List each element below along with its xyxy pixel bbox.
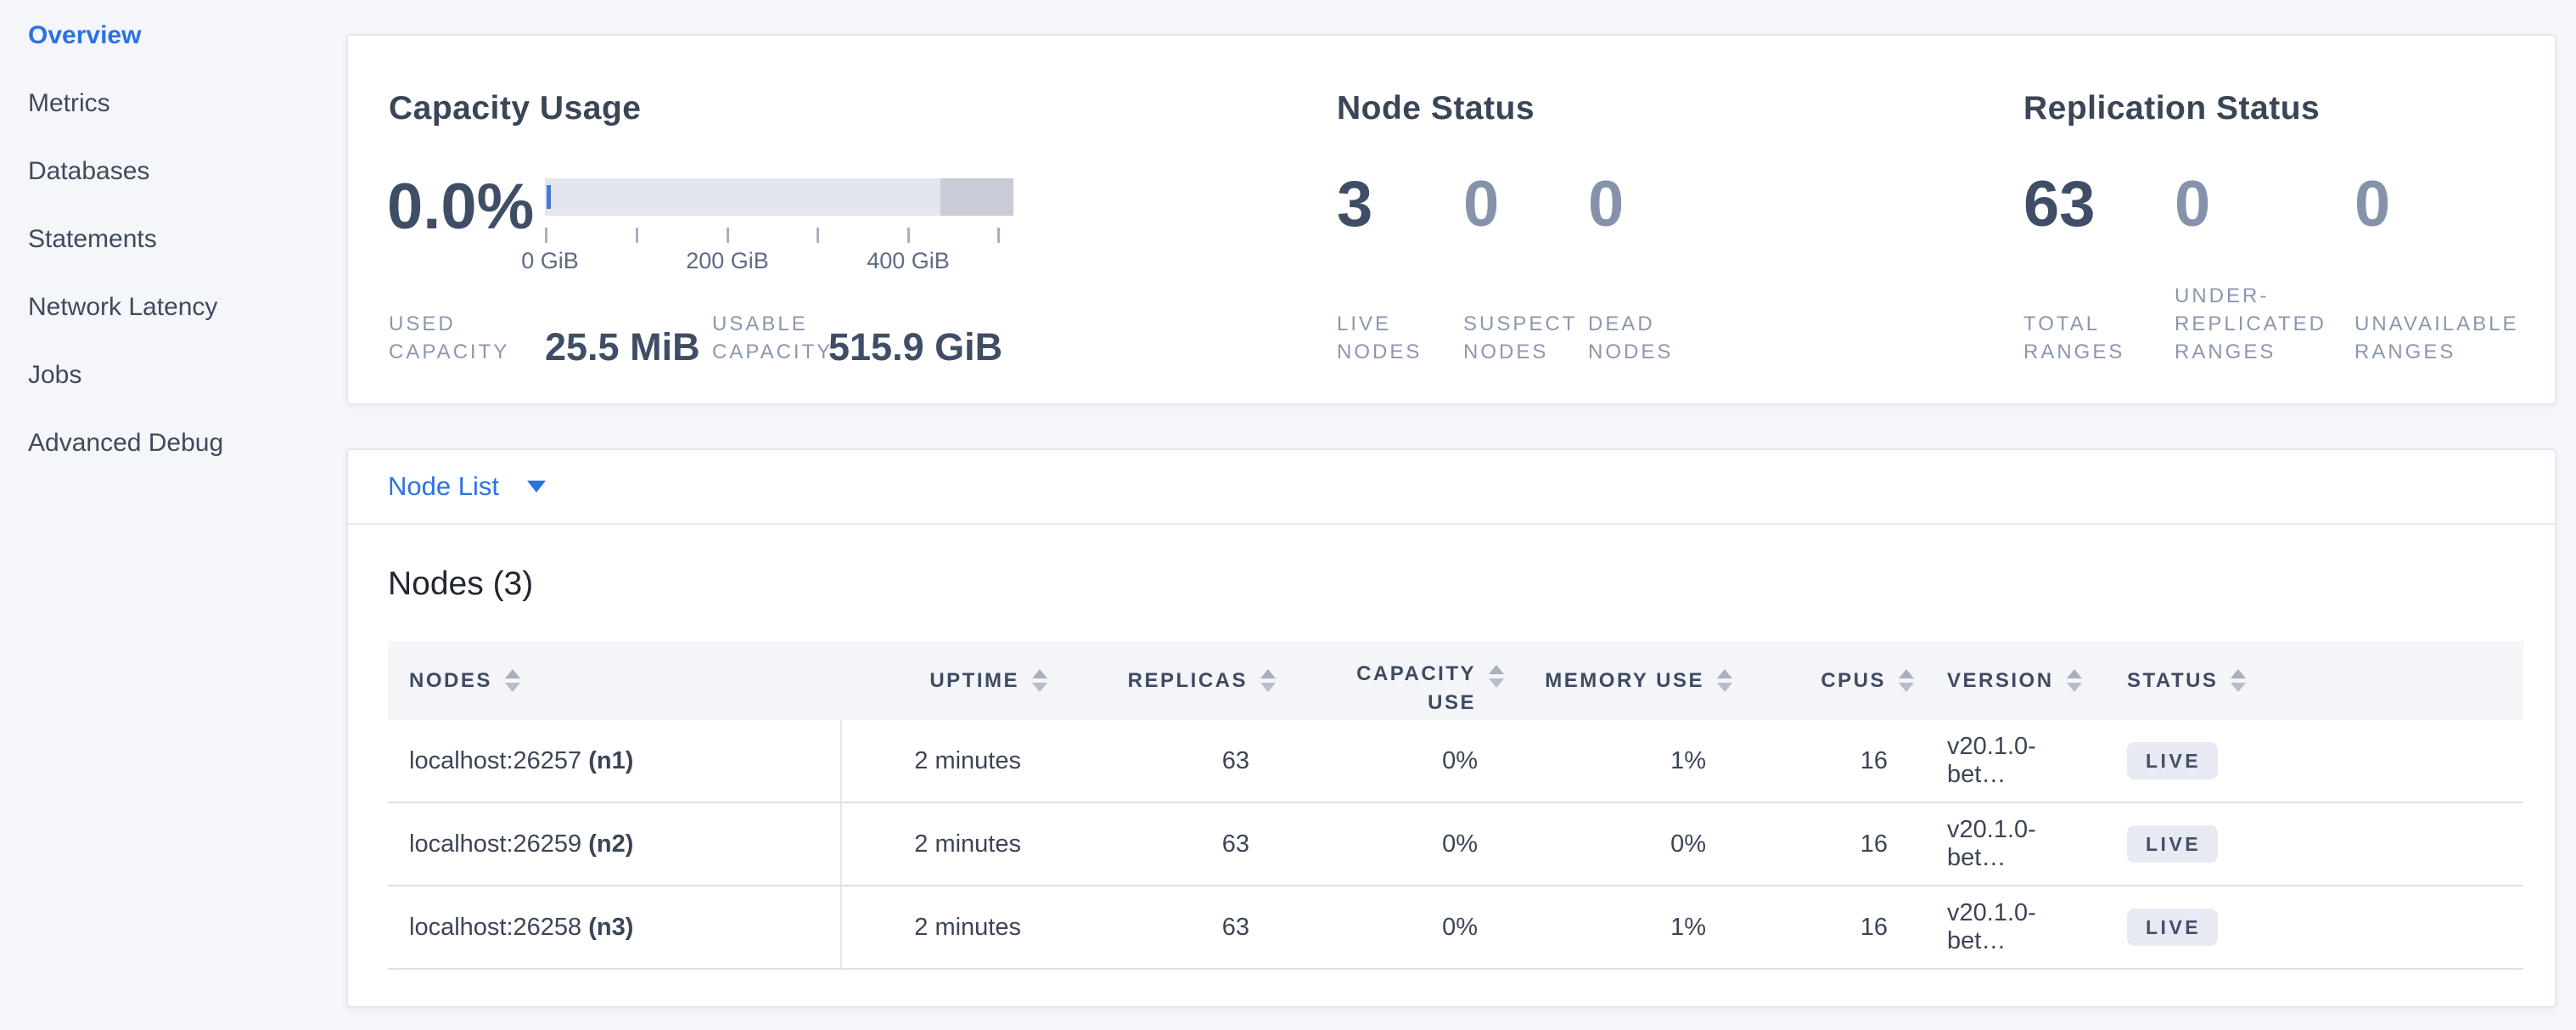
node-cpus: 16 [1735,747,1917,775]
sort-icon [2228,669,2248,692]
suspect-nodes-label: SUSPECT NODES [1463,310,1586,366]
node-cpus: 16 [1735,830,1917,858]
node-capacity-use: 0% [1278,747,1507,775]
sort-icon [1896,669,1917,692]
used-capacity-value: 25.5 MiB [545,325,700,369]
live-nodes-value: 3 [1337,170,1460,239]
column-header-memory-use[interactable]: MEMORY USE [1507,669,1735,693]
node-list-card: Node List Nodes (3) NODES UPTIME REPLICA… [346,448,2556,1008]
table-row[interactable]: localhost:26258 (n3) 2 minutes 63 0% 1% … [388,886,2523,970]
column-header-version[interactable]: VERSION [1917,669,2091,693]
sidebar-item-advanced-debug[interactable]: Advanced Debug [28,409,334,477]
capacity-gauge-axis-labels: 0 GiB 200 GiB 400 GiB [545,248,1013,275]
axis-label-200gib: 200 GiB [686,248,769,274]
capacity-usage-title: Capacity Usage [389,90,641,127]
node-status-cell: LIVE [2091,825,2523,863]
node-list-dropdown-label: Node List [388,471,499,502]
node-address[interactable]: localhost:26259 (n2) [388,830,840,858]
table-column-divider [840,720,842,970]
nodes-table: NODES UPTIME REPLICAS CAPACITY USE MEMOR… [388,641,2523,970]
nodes-table-title: Nodes (3) [388,566,533,603]
nodes-table-header: NODES UPTIME REPLICAS CAPACITY USE MEMOR… [388,641,2523,720]
total-ranges-value: 63 [2023,170,2151,239]
dead-nodes-label: DEAD NODES [1588,310,1711,366]
node-uptime: 2 minutes [840,747,1050,775]
node-memory-use: 1% [1507,747,1735,775]
sort-icon [502,669,523,692]
sidebar-item-statements[interactable]: Statements [28,205,334,273]
chevron-down-icon [527,481,546,492]
under-replicated-ranges-label: UNDER-REPLICATED RANGES [2175,282,2344,366]
axis-label-400gib: 400 GiB [867,248,950,274]
usable-capacity-value: 515.9 GiB [828,325,1002,369]
node-address[interactable]: localhost:26258 (n3) [388,914,840,942]
capacity-percent-value: 0.0% [387,170,534,244]
status-badge: LIVE [2127,742,2218,780]
sidebar-item-jobs[interactable]: Jobs [28,341,334,409]
sort-icon [1486,665,1507,688]
status-badge: LIVE [2127,825,2218,863]
node-cpus: 16 [1735,914,1917,942]
total-ranges-stat: 63 TOTAL RANGES [2023,170,2151,366]
node-list-dropdown[interactable]: Node List [348,450,2555,525]
live-nodes-stat: 3 LIVE NODES [1337,170,1460,366]
unavailable-ranges-value: 0 [2354,170,2541,239]
node-version: v20.1.0-bet… [1917,733,2091,789]
sidebar-item-overview[interactable]: Overview [28,2,334,70]
node-replicas: 63 [1050,830,1278,858]
sidebar-item-databases[interactable]: Databases [28,138,334,205]
sidebar-item-metrics[interactable]: Metrics [28,70,334,138]
cluster-overview-page: { "colors": { "accent": "#2b72e2", "gaug… [0,0,2576,1030]
suspect-nodes-stat: 0 SUSPECT NODES [1463,170,1586,366]
sort-icon [1715,669,1735,692]
unavailable-ranges-stat: 0 UNAVAILABLE RANGES [2354,170,2541,366]
suspect-nodes-value: 0 [1463,170,1586,239]
node-status-title: Node Status [1337,90,1535,127]
sidebar: Overview Metrics Databases Statements Ne… [28,2,334,477]
sort-icon [2064,669,2085,692]
total-ranges-label: TOTAL RANGES [2023,310,2151,366]
node-uptime: 2 minutes [840,914,1050,942]
capacity-gauge-bar [545,178,1013,216]
sidebar-item-network-latency[interactable]: Network Latency [28,273,334,341]
status-badge: LIVE [2127,909,2218,946]
cluster-summary-card: Capacity Usage 0.0% 0 GiB 200 GiB 400 Gi… [346,34,2556,405]
column-header-uptime[interactable]: UPTIME [840,669,1050,693]
used-capacity-label: USED CAPACITY [389,310,533,366]
node-uptime: 2 minutes [840,830,1050,858]
node-version: v20.1.0-bet… [1917,899,2091,955]
live-nodes-label: LIVE NODES [1337,310,1460,366]
node-version: v20.1.0-bet… [1917,816,2091,872]
node-address[interactable]: localhost:26257 (n1) [388,747,840,775]
node-capacity-use: 0% [1278,830,1507,858]
node-replicas: 63 [1050,747,1278,775]
node-memory-use: 1% [1507,914,1735,942]
unavailable-ranges-label: UNAVAILABLE RANGES [2354,310,2541,366]
column-header-nodes[interactable]: NODES [388,669,840,693]
dead-nodes-stat: 0 DEAD NODES [1588,170,1711,366]
under-replicated-ranges-stat: 0 UNDER-REPLICATED RANGES [2175,170,2344,366]
column-header-capacity-use[interactable]: CAPACITY USE [1278,644,1507,718]
node-memory-use: 0% [1507,830,1735,858]
column-header-replicas[interactable]: REPLICAS [1050,669,1278,693]
capacity-gauge-reserved-segment [940,178,1013,216]
capacity-gauge: 0 GiB 200 GiB 400 GiB [545,178,1013,275]
sort-icon [1030,669,1050,692]
node-capacity-use: 0% [1278,914,1507,942]
capacity-gauge-used-marker [547,185,551,209]
node-replicas: 63 [1050,914,1278,942]
node-status-cell: LIVE [2091,909,2523,946]
replication-status-title: Replication Status [2023,90,2320,127]
table-row[interactable]: localhost:26259 (n2) 2 minutes 63 0% 0% … [388,803,2523,886]
dead-nodes-value: 0 [1588,170,1711,239]
node-status-cell: LIVE [2091,742,2523,780]
capacity-gauge-ticks [545,228,1013,243]
sort-icon [1258,669,1278,692]
table-row[interactable]: localhost:26257 (n1) 2 minutes 63 0% 1% … [388,720,2523,803]
axis-label-0gib: 0 GiB [521,248,579,274]
column-header-status[interactable]: STATUS [2091,669,2523,693]
column-header-cpus[interactable]: CPUS [1735,669,1917,693]
under-replicated-ranges-value: 0 [2175,170,2344,239]
